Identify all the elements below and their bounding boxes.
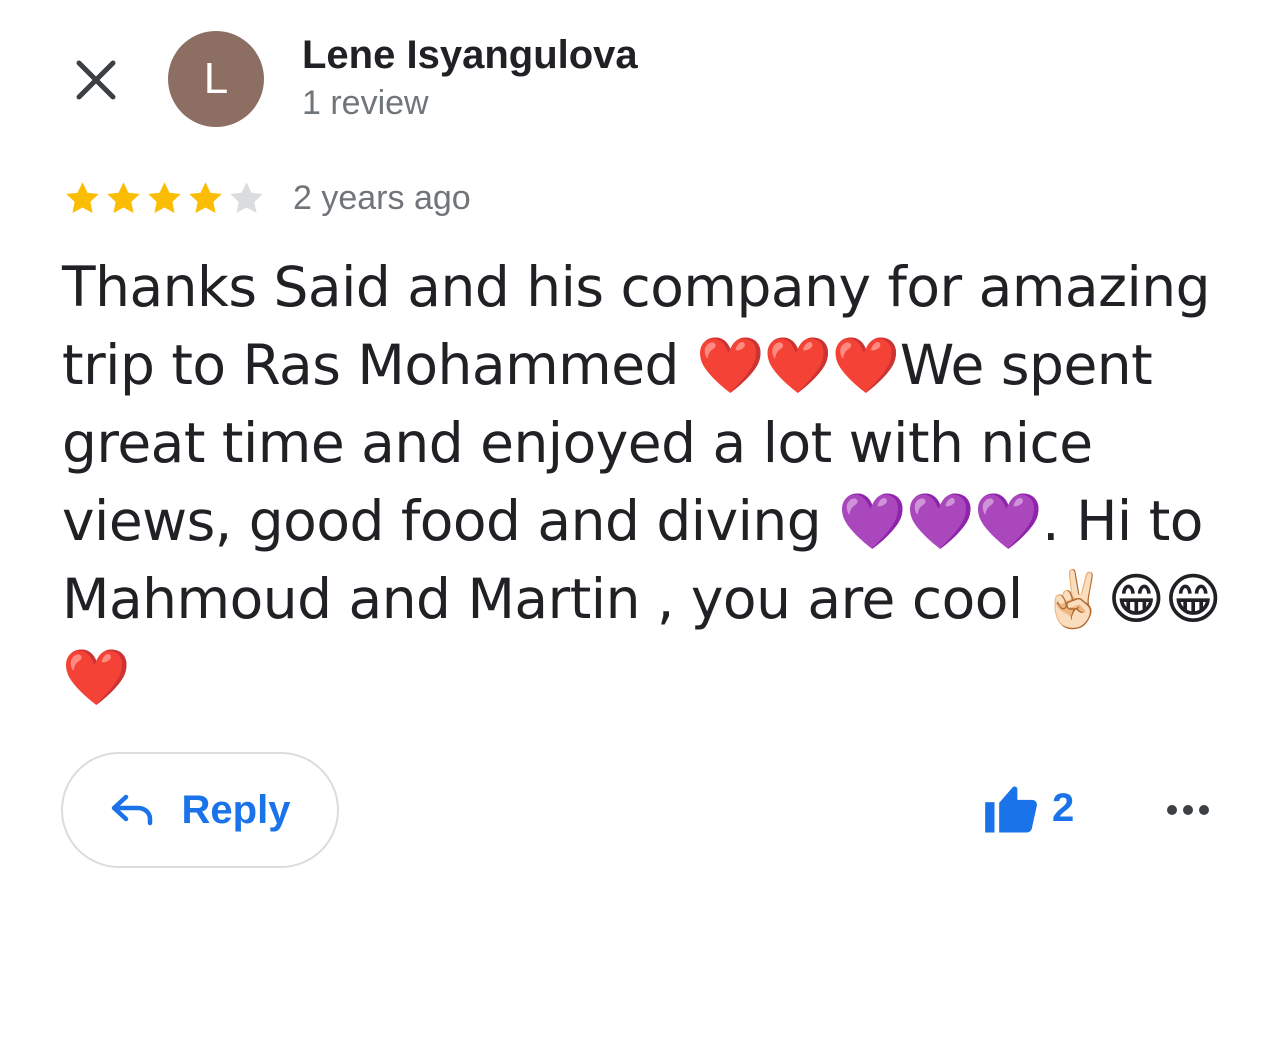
star-rating [62,178,267,219]
more-horizontal-icon [1167,805,1209,815]
reply-arrow-icon [111,794,152,826]
author-review-count: 1 review [302,84,429,122]
avatar[interactable]: L [168,31,264,127]
review-timestamp: 2 years ago [293,179,471,217]
star-icon [148,182,181,214]
review-text: Thanks Said and his company for amazing … [62,255,1222,709]
star-icon [107,182,140,214]
star-icon [189,182,222,214]
author-name[interactable]: Lene Isyangulova [302,33,638,78]
more-options-button[interactable] [1160,790,1216,830]
star-icon [66,182,99,214]
reply-button[interactable]: Reply [61,752,339,868]
avatar-initial: L [203,54,229,103]
like-count: 2 [1052,785,1075,830]
close-icon [76,60,116,100]
close-button[interactable] [66,50,126,110]
like-button[interactable]: 2 [984,782,1074,834]
rating-row: 2 years ago [62,178,471,219]
reply-label: Reply [181,787,291,832]
star-icon [230,182,263,214]
thumbs-up-icon [985,786,1037,833]
